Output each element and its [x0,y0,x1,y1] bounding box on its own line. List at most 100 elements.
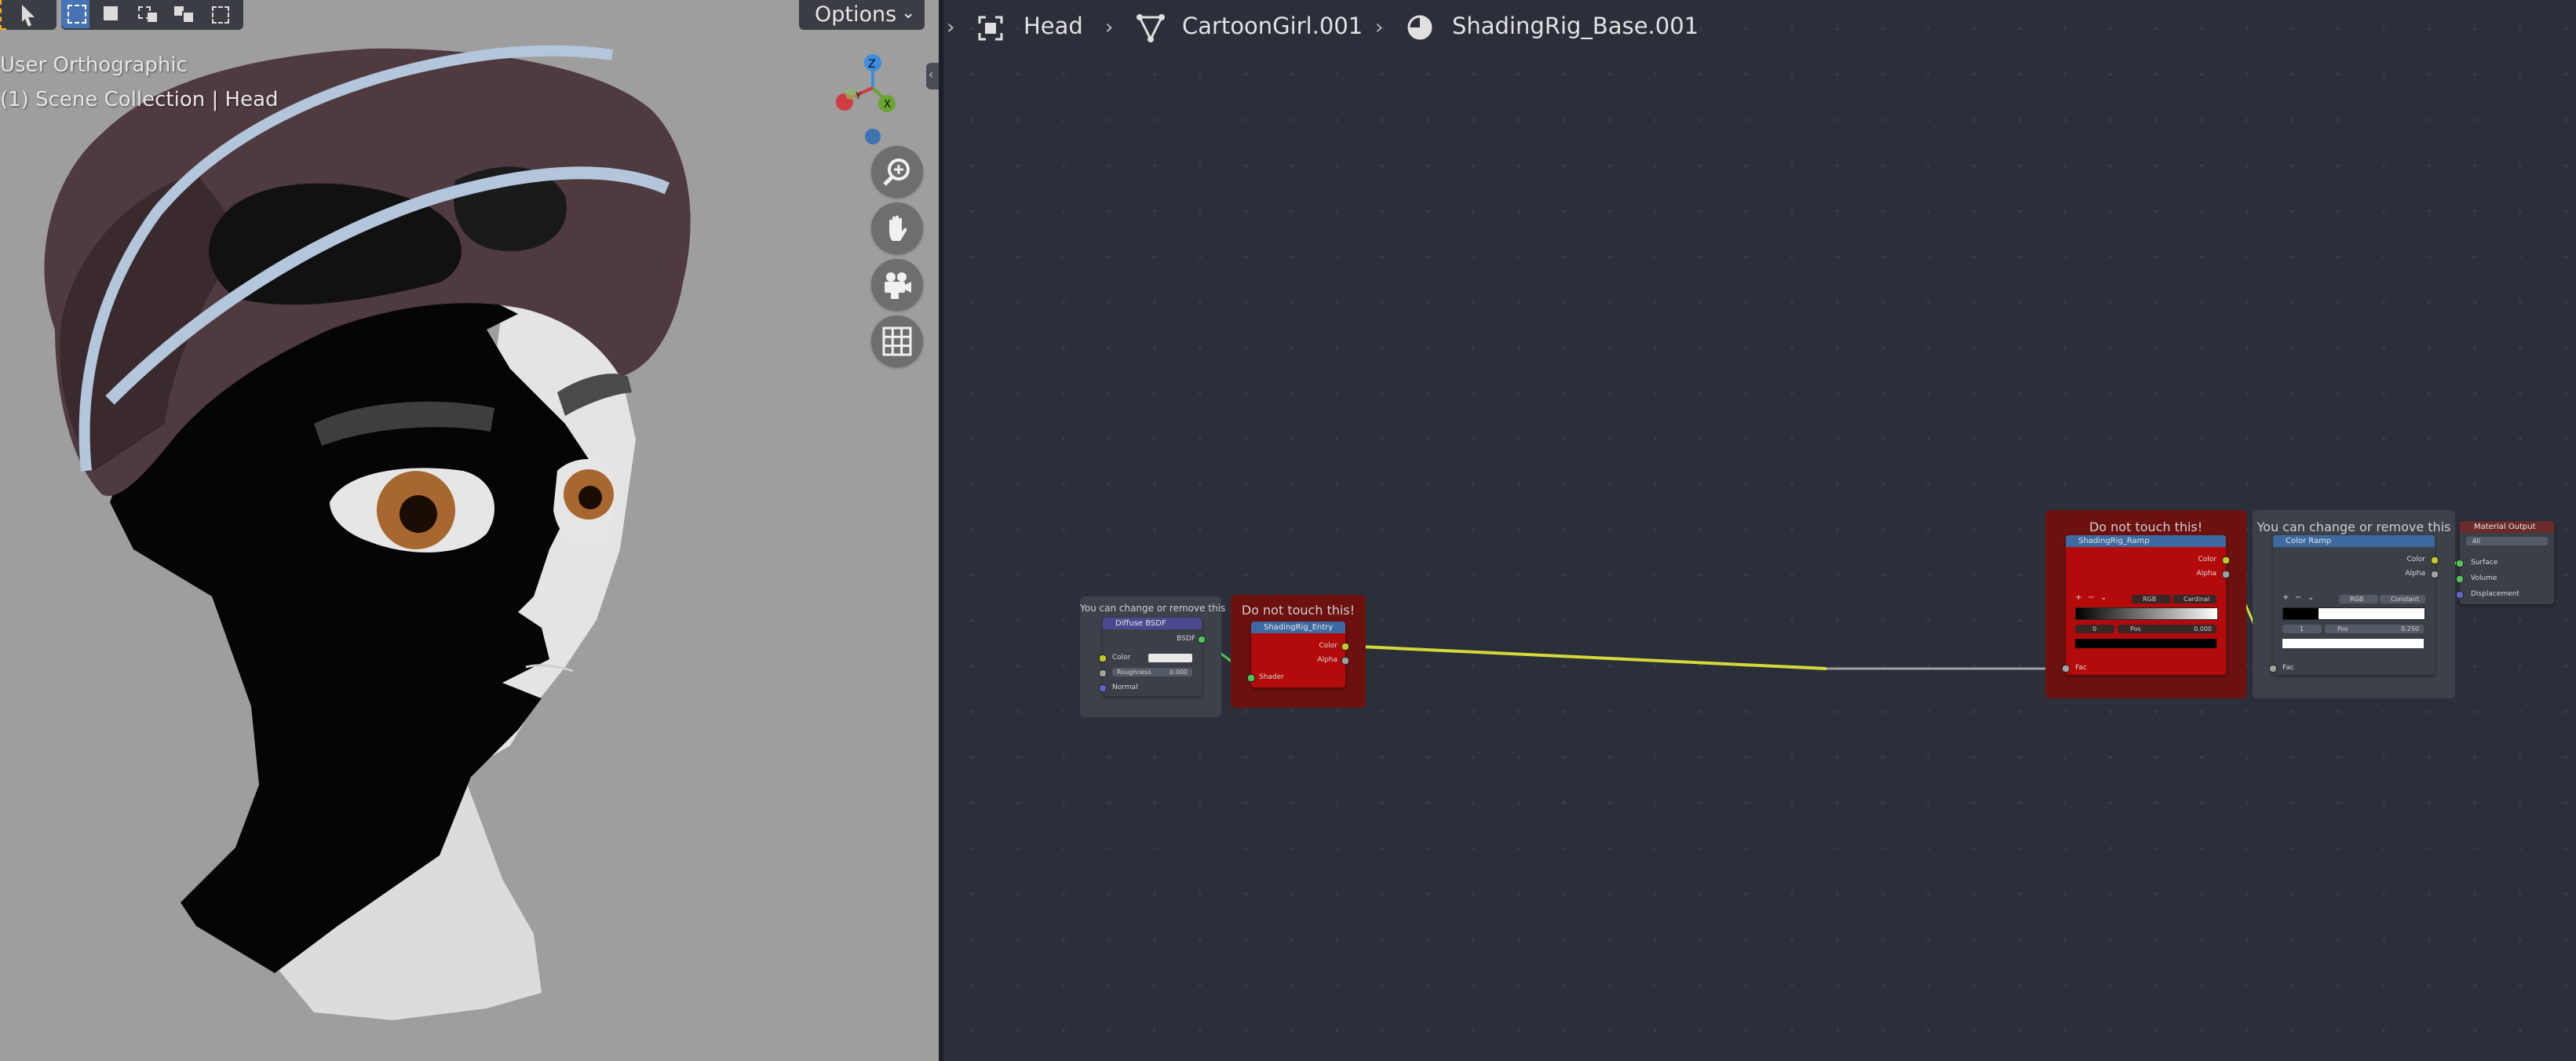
fac-input-socket[interactable] [2062,665,2070,673]
volume-input-socket[interactable] [2456,575,2464,583]
zoom-button[interactable] [871,146,923,198]
interpolation-value: Cardinal [2184,596,2210,603]
3d-viewport[interactable]: Options ⌄ User Orthographic (1) Scene Co… [0,0,939,1061]
socket-label-shader: Shader [1259,673,1284,681]
socket-label-alpha: Alpha [1317,656,1337,664]
interpolation-select[interactable]: Constant [2380,595,2425,603]
alpha-output-socket[interactable] [1341,657,1349,665]
shadingrig-ramp-node[interactable]: ShadingRig_Ramp Color Alpha + − ⌄ RGB Ca… [2062,535,2230,675]
stop-pos-value: 0.250 [2401,625,2419,633]
ramp-gradient[interactable] [2282,607,2425,620]
character-render [44,45,691,1020]
target-value: All [2472,538,2480,545]
color-mode-select[interactable]: RGB [2132,595,2171,603]
fac-input-socket[interactable] [2269,665,2277,673]
socket-label-bsdf: BSDF [1177,635,1195,643]
stop-color-swatch[interactable] [2282,639,2424,648]
gizmo-z-label: Z [868,58,876,71]
interpolation-select[interactable]: Cardinal [2173,595,2217,603]
socket-label-color: Color [2406,556,2426,563]
select-box-mode-button[interactable] [61,0,89,28]
roughness-value: 0.000 [1169,669,1188,676]
color-output-socket[interactable] [2222,556,2230,564]
chevron-down-icon[interactable]: ⌄ [2308,593,2314,602]
material-output-node[interactable]: Material Output All Surface Volume Displ… [2456,521,2554,604]
select-intersect-mode-button[interactable] [206,0,234,28]
zoom-icon [883,159,910,186]
camera-view-button[interactable] [871,259,923,311]
frame-label: Do not touch this! [2089,520,2203,534]
normal-input-socket[interactable] [1099,684,1107,692]
stop-pos-value: 0.000 [2194,625,2212,633]
color-ramp-node[interactable]: Color Ramp Color Alpha + − ⌄ RGB Constan… [2269,535,2439,675]
chevron-down-icon: ⌄ [901,3,916,23]
navigation-gizmo[interactable]: Z Y X [824,49,918,151]
color-mode-value: RGB [2350,596,2364,603]
bsdf-output-socket[interactable] [1198,636,1206,644]
node-title: ShadingRig_Entry [1251,622,1345,633]
shader-input-socket[interactable] [1247,674,1255,682]
remove-stop-icon[interactable]: − [2088,593,2094,602]
socket-label-normal: Normal [1112,684,1138,691]
frame-label: You can change or remove this [1080,603,1226,614]
gizmo-y-label: Y [855,90,862,101]
options-dropdown[interactable]: Options ⌄ [799,0,925,30]
stop-color-swatch[interactable] [2075,639,2217,648]
stop-index-field[interactable]: 1 [2282,625,2322,633]
pan-button[interactable] [871,202,923,254]
surface-input-socket[interactable] [2456,560,2464,567]
chevron-down-icon[interactable]: ⌄ [2100,593,2107,602]
remove-stop-icon[interactable]: − [2295,593,2301,602]
displacement-input-socket[interactable] [2456,591,2464,599]
ramp-gradient[interactable] [2075,607,2218,620]
stop-index-value: 1 [2300,625,2304,633]
stop-pos-field[interactable]: Pos 0.000 [2118,625,2217,633]
stop-index-field[interactable]: 0 [2075,625,2114,633]
chevron-left-icon: ‹ [929,67,934,82]
diffuse-bsdf-node[interactable]: Diffuse BSDF BSDF Color Roughness 0.000 … [1099,618,1206,696]
frame-label: Do not touch this! [1241,603,1356,618]
color-mode-select[interactable]: RGB [2339,595,2378,603]
color-swatch[interactable] [1148,654,1192,662]
node-title: Diffuse BSDF [1103,618,1202,629]
select-subtract-mode-button[interactable] [133,0,162,28]
collection-info-label: (1) Scene Collection | Head [0,88,279,111]
toggle-projection-button[interactable] [871,315,923,367]
stop-pos-field[interactable]: Pos 0.250 [2325,625,2424,633]
select-invert-mode-button[interactable] [170,0,198,28]
roughness-field[interactable]: Roughness 0.000 [1112,668,1192,676]
socket-label-color: Color [1112,654,1131,662]
stop-index-value: 0 [2093,625,2097,633]
shader-editor[interactable]: › Head › CartoonGirl.001 › ShadingRig_Ba… [943,0,2576,1061]
node-title: Color Ramp [2273,535,2435,547]
color-output-socket[interactable] [1341,643,1349,651]
color-output-socket[interactable] [2431,556,2439,564]
roughness-input-socket[interactable] [1099,669,1107,677]
socket-label-alpha: Alpha [2405,570,2425,578]
shadingrig-entry-node[interactable]: ShadingRig_Entry Color Alpha Shader [1247,622,1349,687]
select-cursor-icon[interactable] [13,2,41,30]
node-title: Material Output [2460,521,2554,533]
socket-label-surface: Surface [2471,559,2498,567]
pan-hand-icon [889,215,907,241]
roughness-label: Roughness [1117,669,1151,676]
interpolation-value: Constant [2391,596,2419,603]
socket-label-displacement: Displacement [2471,590,2519,598]
select-extend-mode-button[interactable] [97,0,126,28]
socket-label-alpha: Alpha [2196,570,2217,578]
socket-label-color: Color [2198,556,2217,563]
active-tool-marker [0,0,6,30]
tool-strip [0,0,57,30]
sidebar-toggle-tab[interactable]: ‹ [926,63,939,89]
stop-pos-label: Pos [2130,625,2141,633]
alpha-output-socket[interactable] [2222,571,2230,578]
stop-pos-label: Pos [2337,625,2348,633]
view-name-label: User Orthographic [0,53,188,77]
target-select[interactable]: All [2466,537,2548,545]
add-stop-icon[interactable]: + [2075,593,2082,602]
add-stop-icon[interactable]: + [2282,593,2289,602]
alpha-output-socket[interactable] [2431,571,2439,578]
socket-label-volume: Volume [2471,574,2498,582]
options-label: Options [815,2,897,27]
color-input-socket[interactable] [1099,654,1107,662]
